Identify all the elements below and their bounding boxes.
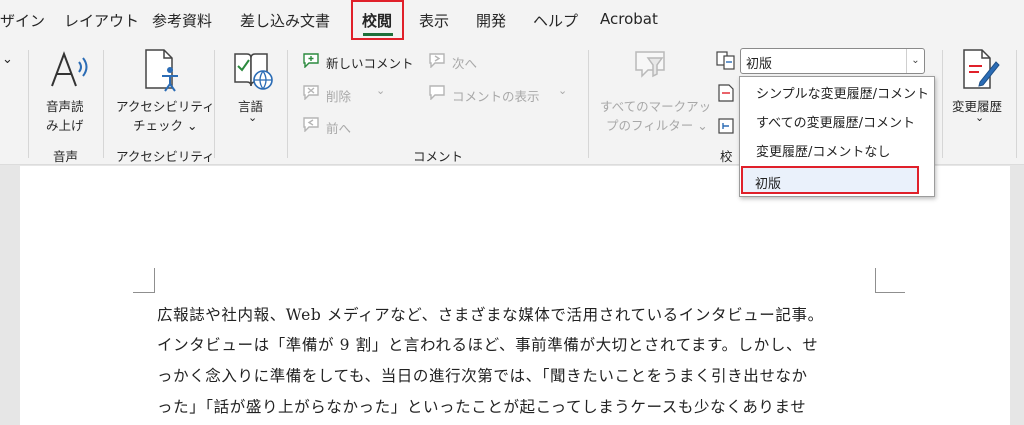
menu-item-simple-markup[interactable]: シンプルな変更履歴/コメント xyxy=(740,80,934,109)
markup-mode-selected: 初版 xyxy=(746,57,773,72)
document-page[interactable] xyxy=(20,166,1010,425)
show-markup-icon[interactable] xyxy=(718,84,734,102)
group-separator xyxy=(942,50,943,158)
read-aloud-icon[interactable] xyxy=(48,50,92,90)
document-paragraph-line: った」「話が盛り上がらなかった」といったことが起こってしまうケースも少なくありま… xyxy=(157,398,807,416)
markup-mode-combo[interactable]: 初版 ⌄ xyxy=(740,48,925,74)
comments-group-label: コメント xyxy=(413,149,464,164)
document-paragraph-line: インタビューは「準備が 9 割」と言われるほど、事前準備が大切とされてます。しか… xyxy=(157,336,819,354)
language-caret[interactable]: ⌄ xyxy=(248,111,257,124)
tracking-group-label: 校 xyxy=(720,149,733,164)
tab-developer[interactable]: 開発 xyxy=(476,10,506,31)
tab-references[interactable]: 参考資料 xyxy=(152,10,212,31)
filter-markup-icon xyxy=(634,48,672,88)
review-tab-highlight-box xyxy=(351,0,404,40)
accessibility-check-icon[interactable] xyxy=(140,48,180,92)
tab-design[interactable]: ザイン xyxy=(0,10,45,31)
menu-item-all-markup[interactable]: すべての変更履歴/コメント xyxy=(740,109,934,138)
previous-comment-label: 前へ xyxy=(326,121,352,136)
group-separator xyxy=(28,50,29,158)
speech-group-label: 音声 xyxy=(53,149,79,164)
track-changes-caret[interactable]: ⌄ xyxy=(975,111,984,124)
chevron-down-icon[interactable]: ⌄ xyxy=(906,49,924,73)
group-separator xyxy=(103,50,104,158)
tab-acrobat[interactable]: Acrobat xyxy=(600,10,658,28)
margin-corner-top-right xyxy=(875,268,905,293)
display-for-review-icon[interactable] xyxy=(716,50,736,70)
accessibility-label-2[interactable]: チェック ⌄ xyxy=(133,115,197,134)
show-comments-icon xyxy=(428,84,446,101)
collapsed-group-caret[interactable]: ⌄ xyxy=(2,52,13,67)
filter-markup-label-1: すべてのマークアッ xyxy=(600,99,712,114)
next-comment-icon xyxy=(428,52,446,69)
document-paragraph-line: っかく念入りに準備をしても、当日の進行次第では、「聞きたいことをうまく引き出せな… xyxy=(157,367,808,385)
new-comment-label[interactable]: 新しいコメント xyxy=(326,53,414,72)
tab-layout[interactable]: レイアウト xyxy=(64,10,139,31)
next-comment-label: 次へ xyxy=(452,56,478,71)
tab-help[interactable]: ヘルプ xyxy=(533,10,578,31)
reviewing-pane-icon[interactable] xyxy=(718,118,734,134)
group-separator xyxy=(287,50,288,158)
group-separator xyxy=(214,50,215,158)
menu-item-no-markup[interactable]: 変更履歴/コメントなし xyxy=(740,138,934,167)
tab-view[interactable]: 表示 xyxy=(419,10,449,31)
read-aloud-label-1[interactable]: 音声読 xyxy=(46,96,84,115)
accessibility-group-label: アクセシビリティ xyxy=(116,149,215,164)
tab-mailings[interactable]: 差し込み文書 xyxy=(240,10,330,31)
group-separator xyxy=(588,50,589,158)
new-comment-icon[interactable] xyxy=(302,52,320,69)
delete-comment-caret: ⌄ xyxy=(376,84,386,97)
track-changes-icon[interactable] xyxy=(960,48,1000,90)
group-separator xyxy=(1016,50,1017,158)
document-paragraph-line: 広報誌や社内報、Web メディアなど、さまざまな媒体で活用されているインタビュー… xyxy=(157,306,824,324)
language-icon[interactable] xyxy=(233,50,275,92)
accessibility-label-1[interactable]: アクセシビリティ xyxy=(116,96,215,115)
filter-markup-label-2: プのフィルター ⌄ xyxy=(606,118,708,133)
delete-comment-icon xyxy=(302,84,320,101)
previous-comment-icon xyxy=(302,116,320,133)
menu-item-original[interactable]: 初版 xyxy=(741,166,919,194)
ribbon-tab-bar: ザイン レイアウト 参考資料 差し込み文書 校閲 表示 開発 ヘルプ Acrob… xyxy=(0,0,1024,40)
menu-item-original-label: 初版 xyxy=(755,177,782,192)
margin-corner-top-left xyxy=(133,268,155,293)
read-aloud-label-2[interactable]: み上げ xyxy=(46,115,84,134)
delete-comment-label: 削除 xyxy=(326,89,352,104)
show-comments-label: コメントの表示 xyxy=(452,89,540,104)
show-comments-caret: ⌄ xyxy=(558,84,568,97)
